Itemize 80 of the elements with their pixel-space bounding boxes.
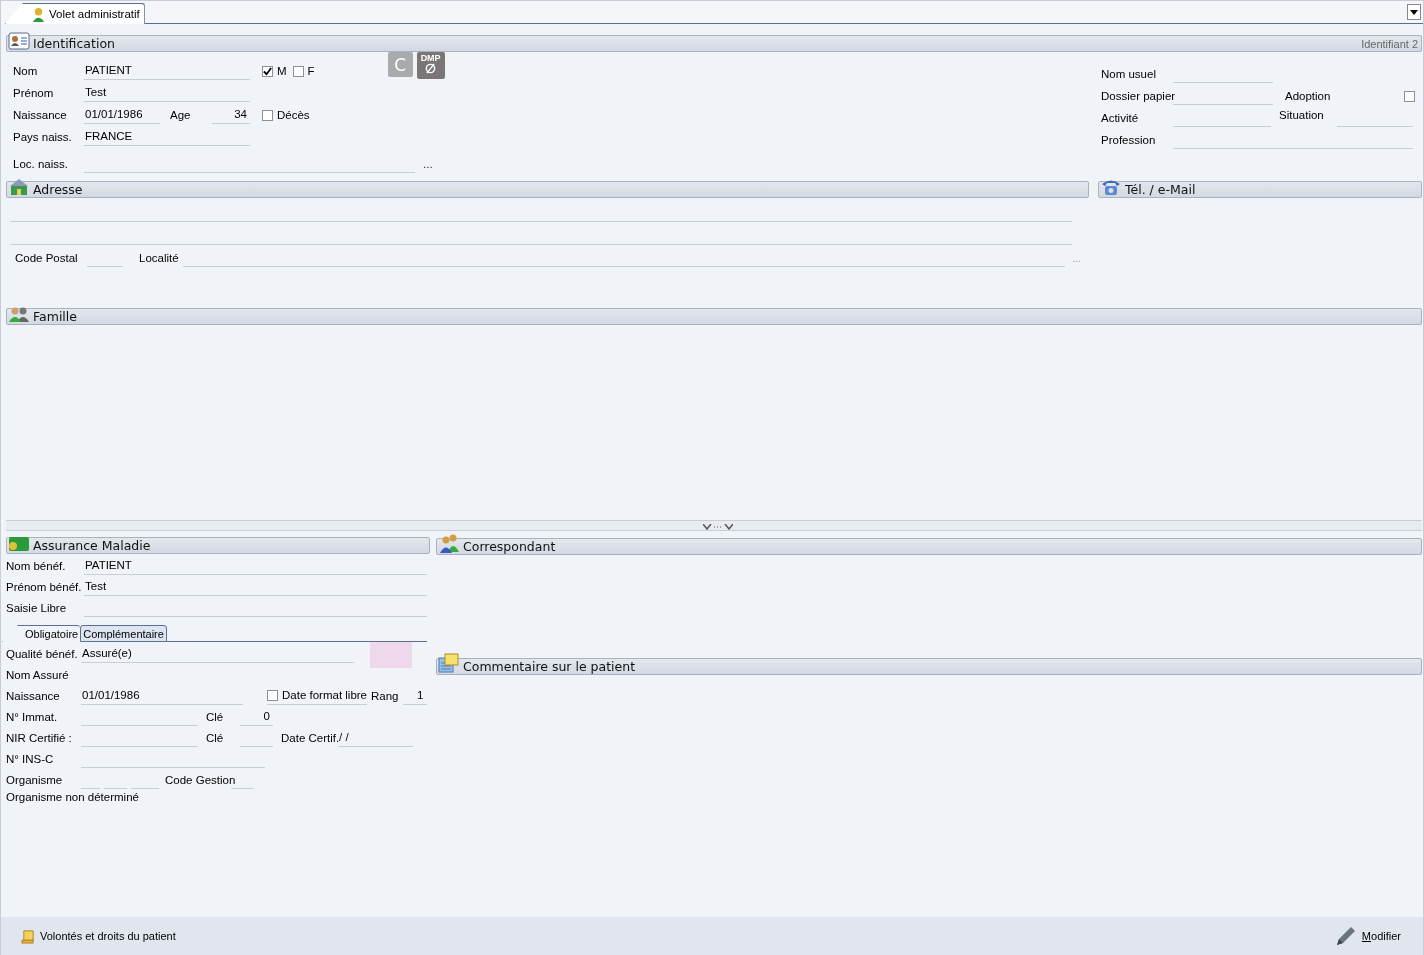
tab[interactable]: Obligatoire <box>2 625 81 642</box>
section-title: Identification <box>33 36 115 51</box>
field-label: Activité <box>1101 112 1140 126</box>
house-icon <box>8 178 30 196</box>
field-label: N° Immat. <box>6 711 59 725</box>
input-field[interactable]: Assuré(e) <box>81 645 354 663</box>
checkbox-label: M <box>277 65 287 79</box>
section-title: Famille <box>33 309 77 324</box>
caret-icon <box>1410 9 1418 15</box>
input-field[interactable]: 01/01/1986 <box>84 106 160 124</box>
field-label: Clé <box>206 711 225 725</box>
dropdown-button[interactable] <box>1407 4 1421 20</box>
card-picture <box>370 642 412 668</box>
field-label: Naissance <box>13 109 68 123</box>
browse-button[interactable]: ... <box>423 158 433 173</box>
field-label: Prénom bénéf. <box>6 581 83 595</box>
input-field[interactable]: FRANCE <box>84 128 250 146</box>
input-field[interactable]: PATIENT <box>84 557 427 575</box>
checkbox-label: Date format libre <box>282 689 367 703</box>
edit-button[interactable]: Modifier <box>1333 924 1401 948</box>
identifier-label: Identifiant 2 <box>1361 37 1418 50</box>
checkbox[interactable] <box>1404 91 1415 102</box>
field-label: NIR Certifié : <box>6 732 73 746</box>
people-icon <box>438 533 460 553</box>
checkbox[interactable] <box>262 66 273 77</box>
splitter[interactable] <box>6 520 1422 531</box>
section-title: Correspondant <box>463 539 556 554</box>
field-label: Nom usuel <box>1101 68 1157 82</box>
field-label: Dossier papier <box>1101 90 1173 104</box>
field-label: Adoption <box>1285 90 1332 104</box>
checkbox[interactable] <box>262 110 273 121</box>
field-label: Clé <box>206 732 225 746</box>
checkbox-label: Décès <box>277 109 310 123</box>
field-label: Qualité bénéf. <box>6 648 79 662</box>
field-label: Loc. naiss. <box>13 158 69 172</box>
person-icon <box>32 6 45 22</box>
field-label: Naissance <box>6 690 61 704</box>
input-field[interactable]: / / <box>338 729 413 747</box>
field-label: Nom Assuré <box>6 669 70 683</box>
field-label: Nom <box>13 65 39 79</box>
dmp-button[interactable]: DMP <box>416 52 445 79</box>
field-label: N° INS-C <box>6 753 55 767</box>
input-field[interactable]: 1 <box>402 687 427 705</box>
patient-rights-button[interactable]: Volontés et droits du patient <box>21 928 176 944</box>
input-field[interactable]: Test <box>84 84 250 102</box>
input-field[interactable]: 01/01/1986 <box>81 687 243 705</box>
field-label: Nom bénéf. <box>6 560 67 574</box>
checkbox[interactable] <box>292 66 304 77</box>
checkbox[interactable] <box>267 690 278 701</box>
scroll-icon <box>21 928 36 944</box>
field-label: Localité <box>139 252 180 266</box>
field-label: Code Postal <box>15 252 79 266</box>
field-label: Date Certif. <box>281 732 338 746</box>
input-field[interactable]: 0 <box>240 708 273 726</box>
status-text: Organisme non déterminé <box>6 791 140 803</box>
id-card-icon <box>8 32 30 50</box>
note-icon <box>438 653 460 673</box>
checkbox-label: F <box>307 65 315 79</box>
section-title: Commentaire sur le patient <box>463 659 636 674</box>
field-label: Situation <box>1279 108 1325 123</box>
input-field[interactable]: Test <box>84 578 427 596</box>
input-field[interactable]: 34 <box>212 106 250 124</box>
field-label: Prénom <box>13 87 55 101</box>
section-title: Assurance Maladie <box>33 538 151 553</box>
field-label: Rang <box>371 690 399 704</box>
section-title: Tél. / e-Mail <box>1125 182 1196 197</box>
card-icon <box>8 536 30 552</box>
section-title: Adresse <box>33 182 83 197</box>
field-label: Pays naiss. <box>13 131 73 145</box>
telephone-icon <box>1100 178 1122 196</box>
input-field[interactable]: PATIENT <box>84 62 250 80</box>
field-label: Saisie Libre <box>6 602 68 616</box>
field-label: Age <box>170 109 192 123</box>
tab[interactable]: Volet administratif <box>5 3 145 24</box>
tab[interactable]: Complémentaire <box>80 625 167 642</box>
field-label: Profession <box>1101 134 1157 148</box>
people-icon <box>8 305 30 323</box>
field-label: Organisme <box>6 774 64 788</box>
no-entry-icon <box>425 63 437 74</box>
chevrons-icon <box>702 524 733 530</box>
